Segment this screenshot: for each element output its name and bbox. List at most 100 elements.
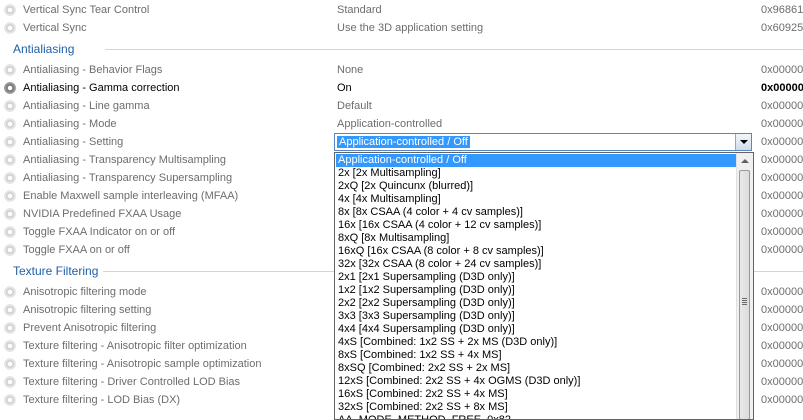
setting-row[interactable]: Antialiasing - Line gamma Default 0x00000 (0, 97, 803, 115)
dropdown-option[interactable]: AA_MODE_METHOD_FREE_0x82 (336, 414, 737, 419)
setting-hex-id: 0x00000 (761, 190, 803, 202)
dropdown-option[interactable]: Application-controlled / Off (336, 154, 737, 167)
section-divider (105, 49, 803, 50)
gear-icon (4, 304, 16, 316)
gear-icon (4, 208, 16, 220)
dropdown-scrollbar[interactable] (736, 153, 753, 419)
scrollbar-thumb[interactable] (739, 170, 750, 419)
setting-value: Default (337, 100, 372, 112)
gear-icon (4, 136, 16, 148)
setting-name: Antialiasing - Line gamma (23, 100, 150, 112)
setting-name: Antialiasing - Setting (23, 136, 124, 148)
gear-icon (4, 358, 16, 370)
dropdown-option[interactable]: 32xS [Combined: 2x2 SS + 8x MS] (336, 401, 737, 414)
gear-icon (4, 226, 16, 238)
gear-icon (4, 394, 16, 406)
setting-name: Antialiasing - Gamma correction (23, 82, 180, 94)
setting-hex-id: 0x00000 (761, 64, 803, 76)
setting-name: NVIDIA Predefined FXAA Usage (23, 208, 182, 220)
setting-hex-id: 0x00000 (761, 244, 803, 256)
setting-row[interactable]: Vertical Sync Tear Control Standard 0x9686… (0, 1, 803, 19)
setting-hex-id: 0x60925 (761, 22, 803, 34)
dropdown-option[interactable]: 16xQ [16x CSAA (8 color + 8 cv samples)] (336, 245, 737, 258)
chevron-down-icon[interactable] (735, 134, 751, 150)
antialiasing-setting-dropdown[interactable]: Application-controlled / Off 2x [2x Multi… (334, 152, 754, 420)
setting-hex-id: 0x00000 (761, 340, 803, 352)
gear-icon (4, 190, 16, 202)
setting-hex-id: 0x00000 (761, 226, 803, 238)
setting-name: Antialiasing - Transparency Supersamplin… (23, 172, 233, 184)
setting-hex-id: 0x00000 (761, 286, 803, 298)
setting-name: Texture filtering - Anisotropic filter o… (23, 340, 247, 352)
gear-icon (4, 64, 16, 76)
dropdown-option[interactable]: 12xS [Combined: 2x2 SS + 4x OGMS (D3D on… (336, 375, 737, 388)
setting-name: Vertical Sync (23, 22, 87, 34)
section-header: Antialiasing (0, 40, 803, 58)
setting-hex-id: 0x96861 (761, 4, 803, 16)
dropdown-option[interactable]: 1x2 [1x2 Supersampling (D3D only)] (336, 284, 737, 297)
setting-hex-id: 0x00000 (761, 172, 803, 184)
section-title: Antialiasing (13, 42, 75, 56)
dropdown-option[interactable]: 2xQ [2x Quincunx (blurred)] (336, 180, 737, 193)
setting-name: Texture filtering - Anisotropic sample o… (23, 358, 262, 370)
gear-icon (4, 286, 16, 298)
setting-name: Vertical Sync Tear Control (23, 4, 150, 16)
gear-icon (4, 4, 16, 16)
setting-row[interactable]: Antialiasing - Behavior Flags None 0x00000 (0, 61, 803, 79)
dropdown-option[interactable]: 4xS [Combined: 1x2 SS + 2x MS (D3D only)… (336, 336, 737, 349)
setting-name: Enable Maxwell sample interleaving (MFAA… (23, 190, 239, 202)
setting-row[interactable]: Antialiasing - Mode Application-controlle… (0, 115, 803, 133)
setting-hex-id: 0x00000 (761, 304, 803, 316)
gear-icon (4, 376, 16, 388)
setting-value: On (337, 82, 352, 94)
setting-hex-id: 0x00000 (761, 208, 803, 220)
gear-icon (4, 154, 16, 166)
setting-name: Toggle FXAA Indicator on or off (23, 226, 176, 238)
setting-name: Antialiasing - Mode (23, 118, 117, 130)
dropdown-option[interactable]: 4x4 [4x4 Supersampling (D3D only)] (336, 323, 737, 336)
scroll-up-arrow-icon[interactable] (737, 153, 753, 169)
setting-name: Texture filtering - LOD Bias (DX) (23, 394, 181, 406)
setting-hex-id: 0x00000 (761, 358, 803, 370)
gear-icon (4, 172, 16, 184)
gear-icon (4, 244, 16, 256)
setting-name: Anisotropic filtering mode (23, 286, 147, 298)
dropdown-option[interactable]: 2x1 [2x1 Supersampling (D3D only)] (336, 271, 737, 284)
gear-icon (4, 82, 16, 94)
setting-value: Standard (337, 4, 382, 16)
setting-hex-id: 0x00000 (761, 376, 803, 388)
dropdown-option[interactable]: 8xS [Combined: 1x2 SS + 4x MS] (336, 349, 737, 362)
setting-hex-id: 0x00000 (761, 394, 803, 406)
setting-name: Antialiasing - Behavior Flags (23, 64, 163, 76)
grip-icon (742, 298, 747, 305)
setting-row[interactable]: Antialiasing - Gamma correction On 0x00000 (0, 79, 803, 97)
setting-value: Use the 3D application setting (337, 22, 484, 34)
dropdown-option[interactable]: 32x [32x CSAA (8 color + 24 cv samples)] (336, 258, 737, 271)
setting-hex-id: 0x00000 (761, 82, 803, 94)
gear-icon (4, 340, 16, 352)
dropdown-option[interactable]: 3x3 [3x3 Supersampling (D3D only)] (336, 310, 737, 323)
setting-hex-id: 0x00000 (761, 118, 803, 130)
dropdown-option[interactable]: 8xSQ [Combined: 2x2 SS + 2x MS] (336, 362, 737, 375)
combobox-selected-value: Application-controlled / Off (337, 136, 470, 148)
setting-name: Toggle FXAA on or off (23, 244, 130, 256)
dropdown-option[interactable]: 2x [2x Multisampling] (336, 167, 737, 180)
antialiasing-setting-combobox[interactable]: Application-controlled / Off (334, 133, 752, 151)
gear-icon (4, 118, 16, 130)
setting-value: None (337, 64, 364, 76)
dropdown-option[interactable]: 4x [4x Multisampling] (336, 193, 737, 206)
setting-row[interactable]: Vertical Sync Use the 3D application sett… (0, 19, 803, 37)
setting-name: Texture filtering - Driver Controlled LO… (23, 376, 241, 388)
dropdown-option[interactable]: 16x [16x CSAA (4 color + 12 cv samples)] (336, 219, 737, 232)
gear-icon (4, 322, 16, 334)
dropdown-option[interactable]: 16xS [Combined: 2x2 SS + 4x MS] (336, 388, 737, 401)
gear-icon (4, 22, 16, 34)
gear-icon (4, 100, 16, 112)
dropdown-option[interactable]: 8x [8x CSAA (4 color + 4 cv samples)] (336, 206, 737, 219)
setting-name: Prevent Anisotropic filtering (23, 322, 157, 334)
setting-value: Application-controlled (337, 118, 443, 130)
setting-hex-id: 0x00000 (761, 100, 803, 112)
dropdown-option[interactable]: 2x2 [2x2 Supersampling (D3D only)] (336, 297, 737, 310)
dropdown-option[interactable]: 8xQ [8x Multisampling] (336, 232, 737, 245)
setting-hex-id: 0x00000 (761, 154, 803, 166)
